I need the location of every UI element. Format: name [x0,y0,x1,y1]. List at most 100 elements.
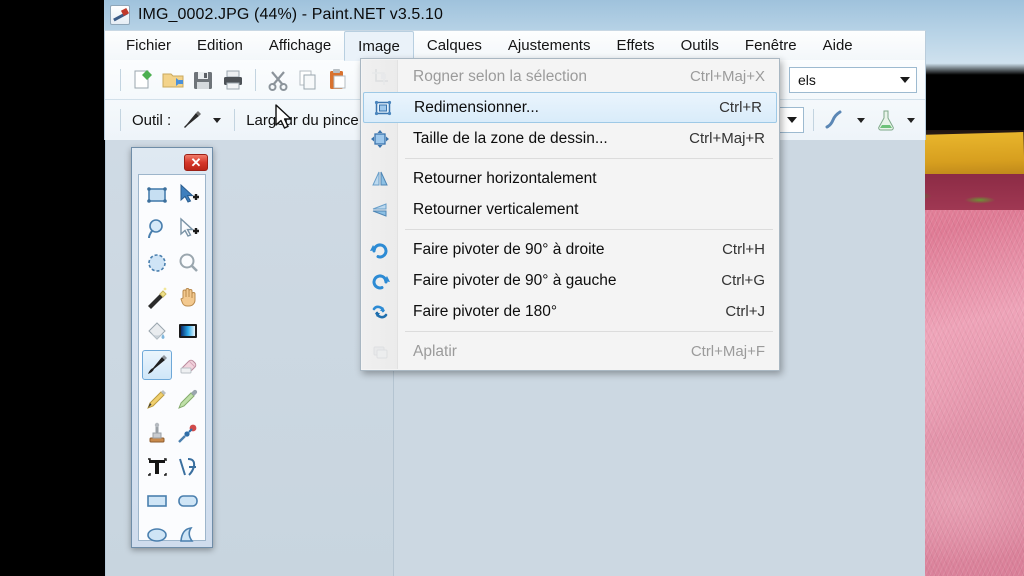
resize-image-icon [373,98,393,118]
menu-item-shortcut: Ctrl+G [721,272,765,289]
tool-lasso-select[interactable] [142,214,172,244]
menu-separator [405,229,773,230]
paintbrush-icon[interactable] [179,107,205,133]
menu-fichier[interactable]: Fichier [113,31,184,60]
open-folder-icon[interactable] [160,67,186,93]
move-selected-icon [176,183,200,207]
tool-move-selected[interactable] [173,180,203,210]
menu-affichage[interactable]: Affichage [256,31,344,60]
tool-rounded-rectangle[interactable] [173,486,203,516]
window-title: IMG_0002.JPG (44%) - Paint.NET v3.5.10 [138,6,443,23]
menu-ajustements[interactable]: Ajustements [495,31,604,60]
printer-icon[interactable] [220,67,246,93]
tool-text[interactable] [142,452,172,482]
tool-ellipse[interactable] [142,520,172,550]
menu-calques[interactable]: Calques [414,31,495,60]
rectangle-shape-icon [145,489,169,513]
tool-magic-wand[interactable] [142,282,172,312]
menu-item-label: Taille de la zone de dessin... [413,129,608,147]
chevron-down-icon[interactable] [907,117,915,123]
menu-image[interactable]: Image [344,31,414,61]
ellipse-select-icon [145,251,169,275]
tool-eraser[interactable] [173,350,203,380]
magic-wand-icon [145,285,169,309]
paintnet-icon [110,5,130,25]
rotate-left-icon [370,271,390,291]
menu-item-label: Faire pivoter de 90° à gauche [413,271,617,289]
menu-item-label: Fenêtre [744,37,797,54]
freeform-shape-icon [176,523,200,547]
crop-to-selection-icon [370,67,390,87]
menu-item-label: Edition [197,37,243,54]
close-icon[interactable]: ✕ [184,153,208,171]
menu-item-canvas-size[interactable]: Taille de la zone de dessin... Ctrl+Maj+R [361,123,779,154]
tool-pencil[interactable] [142,384,172,414]
brush-width-label: Largeur du pince [246,111,359,129]
tool-move-selection[interactable] [173,214,203,244]
menubar: Fichier Edition Affichage Image Calques Ajust… [104,30,926,61]
floppy-save-icon[interactable] [190,67,216,93]
screen-root: IMG_0002.JPG (44%) - Paint.NET v3.5.10 F… [0,0,1024,576]
units-combo-value: els [798,71,816,88]
tool-label: Outil : [132,111,172,129]
tool-paint-bucket[interactable] [142,316,172,346]
units-combo[interactable]: els [789,66,917,93]
copy-icon[interactable] [295,67,321,93]
tool-recolor[interactable] [173,418,203,448]
tool-rectangle-select[interactable] [142,180,172,210]
magnifier-icon [176,251,200,275]
tool-clone-stamp[interactable] [142,418,172,448]
tool-zoom[interactable] [173,248,203,278]
menu-item-crop-to-selection: Rogner selon la sélection Ctrl+Maj+X [361,61,779,92]
menu-item-label: Effets [616,37,655,54]
tool-line-curve[interactable] [173,452,203,482]
menu-item-label: Image [358,37,400,55]
toolbar-separator [234,109,236,131]
tool-rectangle[interactable] [142,486,172,516]
menu-item-label: Aide [822,37,853,54]
rectangle-select-icon [145,183,169,207]
tool-gradient[interactable] [173,316,203,346]
text-t-icon [145,455,169,479]
antialiasing-curve-icon[interactable] [823,107,849,133]
chevron-down-icon[interactable] [213,117,222,123]
menu-item-rotate-180[interactable]: Faire pivoter de 180° Ctrl+J [361,296,779,327]
menu-effets[interactable]: Effets [603,31,667,60]
menu-separator [405,331,773,332]
menu-item-shortcut: Ctrl+R [719,99,762,116]
chevron-down-icon[interactable] [857,117,865,123]
new-file-icon[interactable] [130,67,156,93]
recolor-pin-icon [176,421,200,445]
paintbrush-icon [145,353,169,377]
menu-item-label: Fichier [126,37,172,54]
menu-edition[interactable]: Edition [184,31,256,60]
menu-item-rotate-left[interactable]: Faire pivoter de 90° à gauche Ctrl+G [361,265,779,296]
flip-horizontal-icon [370,169,390,189]
menu-item-flip-horizontal[interactable]: Retourner horizontalement [361,163,779,194]
tool-paintbrush[interactable] [141,350,172,380]
tools-palette-titlebar: ✕ [135,151,209,173]
tool-color-picker[interactable] [173,384,203,414]
scissors-icon[interactable] [265,67,291,93]
rounded-rectangle-icon [176,489,200,513]
clipboard-paste-icon[interactable] [325,67,351,93]
blend-mode-flask-icon[interactable] [873,107,899,133]
menu-item-shortcut: Ctrl+Maj+R [689,130,765,147]
menu-item-flip-vertical[interactable]: Retourner verticalement [361,194,779,225]
toolbar-separator [813,109,814,131]
menu-item-label: Outils [680,37,719,54]
tool-pan[interactable] [173,282,203,312]
gradient-icon [176,319,200,343]
tool-freeform-shape[interactable] [173,520,203,550]
color-picker-icon [176,387,200,411]
menu-item-rotate-right[interactable]: Faire pivoter de 90° à droite Ctrl+H [361,234,779,265]
menu-item-resize-image[interactable]: Redimensionner... Ctrl+R [363,92,777,123]
menu-outils[interactable]: Outils [668,31,732,60]
menu-fenetre[interactable]: Fenêtre [732,31,810,60]
canvas-size-icon [370,129,390,149]
tools-palette-grid [138,174,206,542]
toolbar-separator [120,68,121,91]
menu-aide[interactable]: Aide [810,31,866,60]
letterbox-bar-lower [0,136,110,576]
tool-ellipse-select[interactable] [142,248,172,278]
